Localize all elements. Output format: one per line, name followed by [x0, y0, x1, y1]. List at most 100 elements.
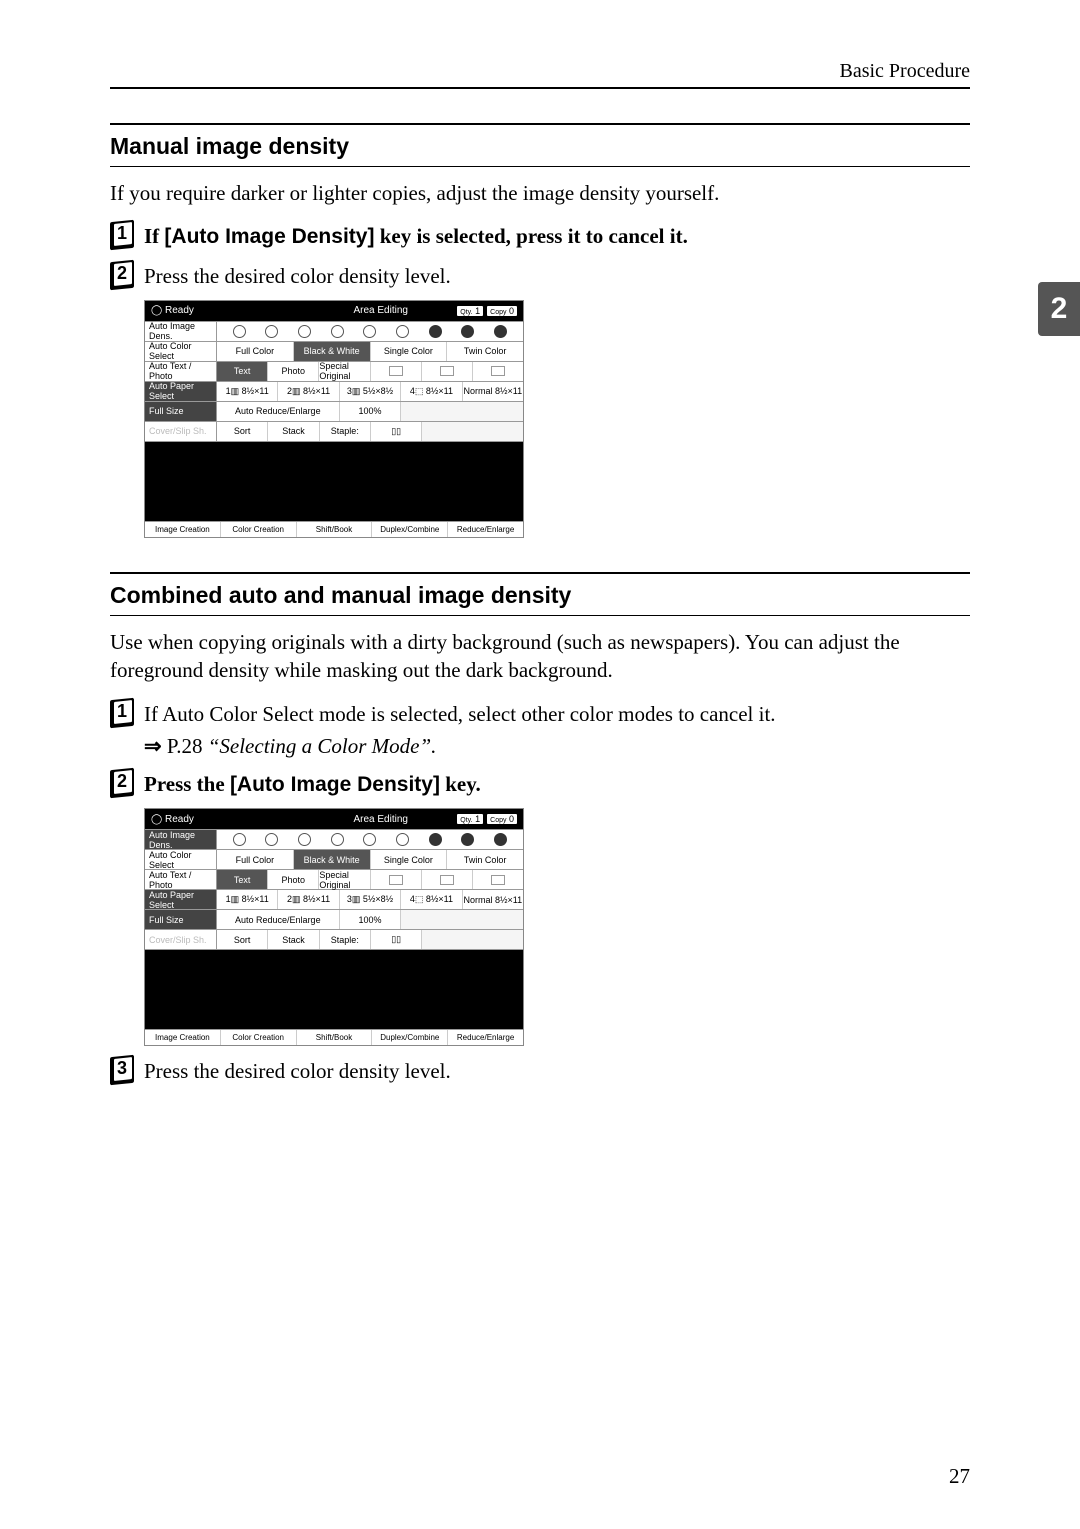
cover-slip-button[interactable]: Cover/Slip Sh.: [145, 930, 217, 949]
step-2-1-text: If Auto Color Select mode is selected, s…: [144, 699, 776, 728]
staple-label: Staple:: [320, 930, 371, 949]
color-creation-tab[interactable]: Color Creation: [221, 1030, 297, 1045]
preview-area: [145, 949, 523, 1029]
step-number-icon: 2: [110, 769, 134, 797]
copy-counter: Copy 0: [487, 306, 517, 316]
tray-4-button[interactable]: 4⬚ 8½×11: [401, 382, 462, 401]
full-size-button[interactable]: Full Size: [145, 910, 217, 929]
bypass-button[interactable]: Normal 8½×11: [463, 382, 523, 401]
cover-slip-button[interactable]: Cover/Slip Sh.: [145, 422, 217, 441]
tray-3-button[interactable]: 3▥ 5½×8½: [340, 382, 401, 401]
tray-3-button[interactable]: 3▥ 5½×8½: [340, 890, 401, 909]
single-color-button[interactable]: Single Color: [371, 850, 448, 869]
step-1-1: 1 If [Auto Image Density] key is selecte…: [110, 221, 970, 250]
orientation-1-icon[interactable]: [371, 870, 422, 889]
intro-combined: Use when copying originals with a dirty …: [110, 628, 970, 685]
qty-counter: Qty. 1: [457, 814, 483, 824]
auto-paper-select-button[interactable]: Auto Paper Select: [145, 382, 217, 401]
staple-option-icon[interactable]: ▯▯: [371, 422, 422, 441]
full-size-button[interactable]: Full Size: [145, 402, 217, 421]
step-2-2: 2 Press the [Auto Image Density] key.: [110, 769, 970, 798]
copier-panel-screenshot-2: ◯ Ready Area Editing Qty. 1 Copy 0 Auto …: [144, 808, 524, 1046]
special-original-button[interactable]: Special Original: [319, 870, 370, 889]
twin-color-button[interactable]: Twin Color: [447, 850, 523, 869]
duplex-combine-tab[interactable]: Duplex/Combine: [372, 522, 448, 537]
tray-1-button[interactable]: 1▥ 8½×11: [217, 890, 278, 909]
ratio-display: 100%: [340, 402, 402, 421]
density-scale[interactable]: [217, 322, 523, 341]
auto-paper-select-button[interactable]: Auto Paper Select: [145, 890, 217, 909]
full-color-button[interactable]: Full Color: [217, 850, 294, 869]
status-ready: ◯ Ready: [151, 814, 304, 825]
auto-color-select-button[interactable]: Auto Color Select: [145, 342, 217, 361]
sort-button[interactable]: Sort: [217, 930, 268, 949]
black-white-button[interactable]: Black & White: [294, 850, 371, 869]
copier-panel-screenshot-1: ◯ Ready Area Editing Qty. 1 Copy 0 Auto …: [144, 300, 524, 538]
bypass-button[interactable]: Normal 8½×11: [463, 890, 523, 909]
step-2-2-text: Press the [Auto Image Density] key.: [144, 769, 481, 798]
image-creation-tab[interactable]: Image Creation: [145, 1030, 221, 1045]
area-editing-label: Area Editing: [304, 814, 457, 825]
shift-book-tab[interactable]: Shift/Book: [297, 1030, 373, 1045]
text-button[interactable]: Text: [217, 362, 268, 381]
orientation-1-icon[interactable]: [371, 362, 422, 381]
staple-option-icon[interactable]: ▯▯: [371, 930, 422, 949]
chapter-tab: 2: [1038, 282, 1080, 336]
step-1-2-text: Press the desired color density level.: [144, 261, 451, 290]
reduce-enlarge-tab[interactable]: Reduce/Enlarge: [448, 522, 523, 537]
auto-reduce-enlarge-button[interactable]: Auto Reduce/Enlarge: [217, 402, 340, 421]
stack-button[interactable]: Stack: [268, 422, 319, 441]
auto-image-density-button[interactable]: Auto Image Dens.: [145, 830, 217, 849]
density-scale[interactable]: [217, 830, 523, 849]
text-button[interactable]: Text: [217, 870, 268, 889]
staple-label: Staple:: [320, 422, 371, 441]
heading-combined-density: Combined auto and manual image density: [110, 572, 970, 616]
copy-counter: Copy 0: [487, 814, 517, 824]
orientation-3-icon[interactable]: [473, 362, 523, 381]
photo-button[interactable]: Photo: [268, 870, 319, 889]
tray-2-button[interactable]: 2▥ 8½×11: [278, 890, 339, 909]
photo-button[interactable]: Photo: [268, 362, 319, 381]
black-white-button[interactable]: Black & White: [294, 342, 371, 361]
status-ready: ◯ Ready: [151, 305, 304, 316]
auto-text-photo-button[interactable]: Auto Text / Photo: [145, 870, 217, 889]
area-editing-label: Area Editing: [304, 305, 457, 316]
full-color-button[interactable]: Full Color: [217, 342, 294, 361]
reduce-enlarge-tab[interactable]: Reduce/Enlarge: [448, 1030, 523, 1045]
step-number-icon: 3: [110, 1056, 134, 1084]
step-number-icon: 1: [110, 699, 134, 727]
tray-2-button[interactable]: 2▥ 8½×11: [278, 382, 339, 401]
auto-text-photo-button[interactable]: Auto Text / Photo: [145, 362, 217, 381]
header-rule: [110, 87, 970, 89]
page-number: 27: [949, 1464, 970, 1489]
color-creation-tab[interactable]: Color Creation: [221, 522, 297, 537]
tray-1-button[interactable]: 1▥ 8½×11: [217, 382, 278, 401]
auto-color-select-button[interactable]: Auto Color Select: [145, 850, 217, 869]
orientation-2-icon[interactable]: [422, 870, 473, 889]
cross-reference: ⇒ P.28 “Selecting a Color Mode”.: [144, 734, 970, 759]
twin-color-button[interactable]: Twin Color: [447, 342, 523, 361]
step-1-1-text: If [Auto Image Density] key is selected,…: [144, 221, 688, 250]
orientation-3-icon[interactable]: [473, 870, 523, 889]
auto-reduce-enlarge-button[interactable]: Auto Reduce/Enlarge: [217, 910, 340, 929]
auto-image-density-button[interactable]: Auto Image Dens.: [145, 322, 217, 341]
step-1-2: 2 Press the desired color density level.: [110, 261, 970, 290]
step-2-3-text: Press the desired color density level.: [144, 1056, 451, 1085]
heading-manual-density: Manual image density: [110, 123, 970, 167]
sort-button[interactable]: Sort: [217, 422, 268, 441]
running-header: Basic Procedure: [110, 60, 970, 83]
shift-book-tab[interactable]: Shift/Book: [297, 522, 373, 537]
step-number-icon: 1: [110, 221, 134, 249]
orientation-2-icon[interactable]: [422, 362, 473, 381]
single-color-button[interactable]: Single Color: [371, 342, 448, 361]
duplex-combine-tab[interactable]: Duplex/Combine: [372, 1030, 448, 1045]
image-creation-tab[interactable]: Image Creation: [145, 522, 221, 537]
step-number-icon: 2: [110, 261, 134, 289]
step-2-3: 3 Press the desired color density level.: [110, 1056, 970, 1085]
qty-counter: Qty. 1: [457, 306, 483, 316]
tray-4-button[interactable]: 4⬚ 8½×11: [401, 890, 462, 909]
ratio-display: 100%: [340, 910, 402, 929]
stack-button[interactable]: Stack: [268, 930, 319, 949]
preview-area: [145, 441, 523, 521]
special-original-button[interactable]: Special Original: [319, 362, 370, 381]
